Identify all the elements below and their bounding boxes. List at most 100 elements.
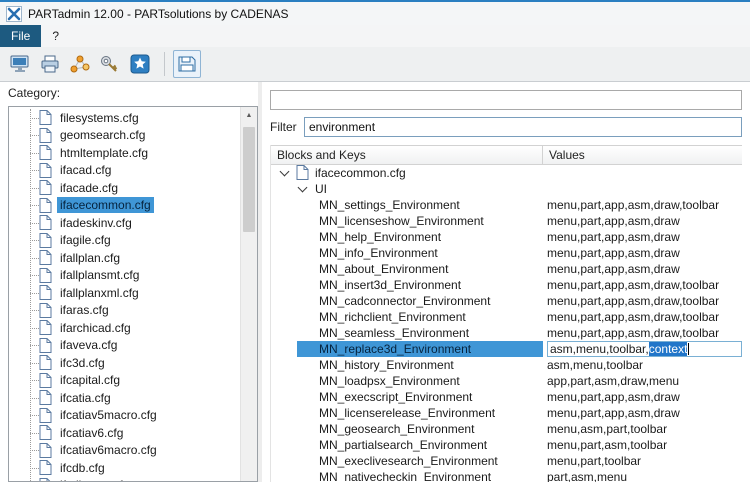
table-row[interactable]: MN_settings_Environment menu,part,app,as… [271, 197, 742, 213]
edit-text: asm,menu,toolbar, [550, 342, 649, 356]
tree-item[interactable]: ifaveva.cfg [9, 337, 240, 355]
value-cell[interactable]: menu,part,asm,toolbar [543, 437, 742, 453]
table-row[interactable]: MN_licenserelease_Environment menu,part,… [271, 405, 742, 421]
tree-item[interactable]: ifcatiav6macro.cfg [9, 442, 240, 460]
table-row[interactable]: MN_loadpsx_Environment app,part,asm,draw… [271, 373, 742, 389]
toolbar-button-computer[interactable] [6, 50, 34, 78]
tree-item[interactable]: ifarchicad.cfg [9, 319, 240, 337]
table-row[interactable]: MN_about_Environment menu,part,app,asm,d… [271, 261, 742, 277]
column-header-blocks-keys[interactable]: Blocks and Keys [271, 146, 543, 164]
tree-item[interactable]: ifaras.cfg [9, 302, 240, 320]
value-cell[interactable]: menu,part,app,asm,draw,toolbar [543, 277, 742, 293]
table-row[interactable]: MN_geosearch_Environment menu,asm,part,t… [271, 421, 742, 437]
value-cell[interactable]: app,part,asm,draw,menu [543, 373, 742, 389]
chevron-down-icon[interactable] [298, 182, 308, 192]
save-button[interactable] [173, 50, 201, 78]
tree-item-label: ifcapital.cfg [57, 372, 123, 388]
table-row[interactable]: MN_licenseshow_Environment menu,part,app… [271, 213, 742, 229]
value-cell[interactable]: menu,part,toolbar [543, 453, 742, 469]
tree-item[interactable]: ifagile.cfg [9, 232, 240, 250]
tree-item[interactable]: ifallplansmt.cfg [9, 267, 240, 285]
tree-item[interactable]: filesystems.cfg [9, 109, 240, 127]
computer-icon [9, 53, 31, 75]
value-cell[interactable]: menu,part,app,asm,draw [543, 405, 742, 421]
category-label: Category: [8, 86, 258, 104]
table-row[interactable]: MN_insert3d_Environment menu,part,app,as… [271, 277, 742, 293]
category-tree: filesystems.cfg geomsearch.cfg htmltempl… [8, 106, 258, 482]
value-cell[interactable]: menu,part,app,asm,draw [543, 389, 742, 405]
toolbar [0, 47, 750, 82]
tree-item[interactable]: ifadeskinv.cfg [9, 214, 240, 232]
tree-item-label: ifc3d.cfg [57, 355, 108, 371]
document-icon [39, 163, 52, 178]
scrollbar-thumb[interactable] [243, 127, 255, 232]
tree-item[interactable]: ifacade.cfg [9, 179, 240, 197]
table-row-root[interactable]: ifacecommon.cfg [271, 165, 742, 181]
tree-item[interactable]: ifcapital.cfg [9, 372, 240, 390]
printer-icon [39, 53, 61, 75]
toolbar-button-key[interactable] [96, 50, 124, 78]
table-row-group[interactable]: UI [271, 181, 742, 197]
tree-item-label: ifarchicad.cfg [57, 320, 134, 336]
table-row[interactable]: MN_help_Environment menu,part,app,asm,dr… [271, 229, 742, 245]
toolbar-button-printer[interactable] [36, 50, 64, 78]
table-body: ifacecommon.cfg UI MN_settings_Environme… [271, 165, 742, 482]
filter-input[interactable] [304, 117, 742, 137]
value-cell[interactable]: menu,part,app,asm,draw,toolbar [543, 325, 742, 341]
top-input[interactable] [270, 90, 742, 110]
table-row[interactable]: MN_richclient_Environment menu,part,app,… [271, 309, 742, 325]
tree-item[interactable]: ifallplanxml.cfg [9, 284, 240, 302]
tree-item[interactable]: ifacecommon.cfg [9, 197, 240, 215]
tree-item[interactable]: ifallplan.cfg [9, 249, 240, 267]
menubar: File? [0, 25, 750, 47]
editor-panel: Filter Blocks and Keys Values [262, 82, 750, 482]
document-icon [39, 408, 52, 423]
chevron-down-icon[interactable] [280, 166, 290, 176]
value-cell[interactable]: menu,part,app,asm,draw [543, 245, 742, 261]
document-icon [39, 110, 52, 125]
tree-item[interactable]: ifcdb.cfg [9, 459, 240, 477]
value-cell[interactable]: menu,part,app,asm,draw,toolbar [543, 197, 742, 213]
value-cell[interactable]: menu,part,app,asm,draw [543, 229, 742, 245]
scrollbar-up-arrow[interactable]: ▲ [241, 107, 257, 124]
menu-item[interactable]: ? [41, 25, 70, 47]
main-area: Category: filesystems.cfg geomsearch.cfg [0, 82, 750, 482]
table-row[interactable]: MN_info_Environment menu,part,app,asm,dr… [271, 245, 742, 261]
table-row[interactable]: MN_partialsearch_Environment menu,part,a… [271, 437, 742, 453]
tree-scrollbar[interactable]: ▲ [240, 107, 257, 481]
table-row[interactable]: MN_replace3d_Environment asm,menu,toolba… [271, 341, 742, 357]
value-cell[interactable]: menu,part,app,asm,draw [543, 261, 742, 277]
key-label: MN_settings_Environment [297, 197, 543, 213]
value-cell[interactable]: part,asm,menu [543, 469, 742, 482]
tree-item[interactable]: ifcatiav6.cfg [9, 424, 240, 442]
value-cell[interactable]: menu,part,app,asm,draw,toolbar [543, 293, 742, 309]
value-cell[interactable]: menu,asm,part,toolbar [543, 421, 742, 437]
tree-item-label: ifacad.cfg [57, 162, 114, 178]
table-row[interactable]: MN_seamless_Environment menu,part,app,as… [271, 325, 742, 341]
tree-item[interactable]: htmltemplate.cfg [9, 144, 240, 162]
toolbar-separator [164, 52, 165, 76]
tree-item[interactable]: ifcatia.cfg [9, 389, 240, 407]
table-row[interactable]: MN_cadconnector_Environment menu,part,ap… [271, 293, 742, 309]
column-header-values[interactable]: Values [543, 146, 742, 164]
key-label: MN_execlivesearch_Environment [297, 453, 543, 469]
table-row[interactable]: MN_execlivesearch_Environment menu,part,… [271, 453, 742, 469]
table-row[interactable]: MN_history_Environment asm,menu,toolbar [271, 357, 742, 373]
tree-item[interactable]: ifcatiav5macro.cfg [9, 407, 240, 425]
value-cell[interactable]: asm,menu,toolbar [543, 357, 742, 373]
selected-text: context [649, 342, 688, 356]
value-edit-box[interactable]: asm,menu,toolbar,context [547, 341, 742, 357]
table-row[interactable]: MN_execscript_Environment menu,part,app,… [271, 389, 742, 405]
document-icon [39, 215, 52, 230]
tree-item[interactable]: geomsearch.cfg [9, 127, 240, 145]
table-row[interactable]: MN_nativecheckin_Environment part,asm,me… [271, 469, 742, 482]
tree-item[interactable]: ifacad.cfg [9, 162, 240, 180]
value-cell[interactable]: menu,part,app,asm,draw,toolbar [543, 309, 742, 325]
value-cell[interactable]: menu,part,app,asm,draw [543, 213, 742, 229]
tree-item[interactable]: ifc3d.cfg [9, 354, 240, 372]
value-cell[interactable]: asm,menu,toolbar,context [543, 341, 742, 357]
toolbar-button-network[interactable] [66, 50, 94, 78]
tree-item[interactable]: ifcdbwsm.cfg [9, 477, 240, 482]
toolbar-button-settings[interactable] [126, 50, 154, 78]
menu-item[interactable]: File [0, 25, 41, 47]
